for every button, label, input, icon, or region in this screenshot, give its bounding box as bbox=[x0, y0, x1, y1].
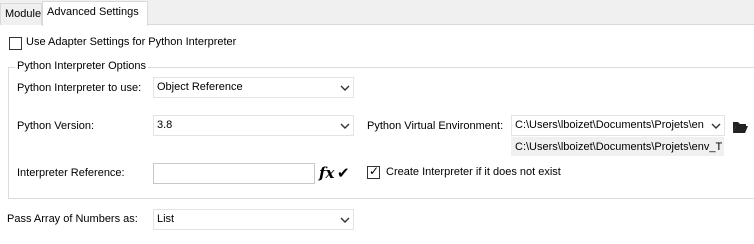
create-interpreter-label: Create Interpreter if it does not exist bbox=[386, 166, 561, 178]
version-value: 3.8 bbox=[157, 119, 173, 131]
version-select[interactable]: 3.8 bbox=[153, 115, 354, 136]
group-title: Python Interpreter Options bbox=[15, 60, 149, 72]
tab-module-label: Module bbox=[5, 8, 42, 20]
checkbox-checkmark-icon: ✓ bbox=[369, 164, 380, 178]
chevron-down-icon bbox=[711, 123, 721, 129]
venv-selected-value: C:\Users\lboizet\Documents\Projets\en bbox=[515, 119, 704, 131]
venv-path-value: C:\Users\lboizet\Documents\Projets\env_T bbox=[515, 141, 723, 153]
interpreter-select[interactable]: Object Reference bbox=[153, 77, 354, 98]
chevron-down-icon bbox=[340, 85, 350, 91]
checkmark-icon[interactable]: ✔ bbox=[337, 164, 350, 182]
fx-icon[interactable]: fx bbox=[319, 164, 334, 182]
tab-strip: Module Advanced Settings bbox=[0, 0, 754, 26]
venv-path-field[interactable]: C:\Users\lboizet\Documents\Projets\env_T bbox=[511, 137, 724, 156]
venv-select[interactable]: C:\Users\lboizet\Documents\Projets\en bbox=[511, 115, 725, 136]
create-interpreter-checkbox[interactable]: ✓ bbox=[367, 164, 380, 179]
tab-module[interactable]: Module bbox=[0, 3, 42, 25]
pass-array-value: List bbox=[157, 213, 175, 225]
pass-array-label: Pass Array of Numbers as: bbox=[7, 213, 138, 225]
chevron-down-icon bbox=[340, 217, 350, 223]
tab-advanced-settings[interactable]: Advanced Settings bbox=[42, 1, 148, 26]
interpreter-label: Python Interpreter to use: bbox=[17, 82, 142, 94]
chevron-down-icon bbox=[340, 123, 350, 129]
use-adapter-label: Use Adapter Settings for Python Interpre… bbox=[26, 36, 237, 48]
tab-advanced-settings-label: Advanced Settings bbox=[47, 6, 139, 18]
reference-label: Interpreter Reference: bbox=[17, 167, 125, 179]
use-adapter-checkbox[interactable] bbox=[9, 37, 22, 50]
folder-icon[interactable] bbox=[732, 120, 749, 134]
interpreter-value: Object Reference bbox=[157, 81, 243, 93]
pass-array-select[interactable]: List bbox=[153, 209, 354, 230]
version-label: Python Version: bbox=[17, 120, 95, 132]
advanced-settings-panel: Use Adapter Settings for Python Interpre… bbox=[0, 25, 754, 244]
venv-label: Python Virtual Environment: bbox=[367, 120, 504, 132]
reference-input[interactable] bbox=[153, 163, 315, 184]
